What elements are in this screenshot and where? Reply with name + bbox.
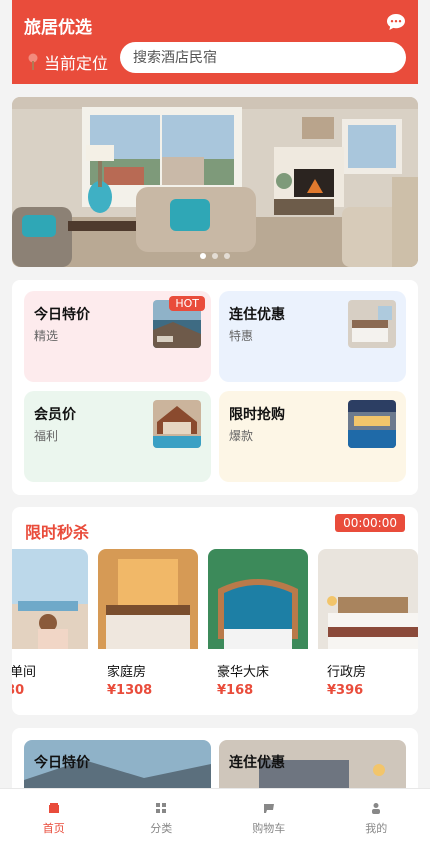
- product-price: 080: [12, 683, 88, 698]
- promo-subtitle: 精选: [34, 327, 58, 344]
- app-title: 旅居优选: [24, 13, 92, 38]
- product-card[interactable]: 豪华大床 ¥168: [208, 549, 308, 698]
- product-name: 家庭房: [107, 661, 198, 680]
- carousel-dots: [12, 253, 418, 259]
- product-card[interactable]: 家庭房 ¥1308: [98, 549, 198, 698]
- tab-cart[interactable]: 购物车: [215, 789, 323, 845]
- location-label: 当前定位: [44, 50, 108, 74]
- countdown-timer: 00:00:00: [335, 514, 405, 532]
- search-box[interactable]: [120, 42, 406, 73]
- product-image: [98, 549, 198, 649]
- tab-profile[interactable]: 我的: [323, 789, 430, 845]
- product-price: ¥1308: [107, 683, 198, 698]
- search-input[interactable]: [120, 42, 393, 73]
- promo-thumbnail: [153, 400, 201, 448]
- banner-carousel[interactable]: [12, 97, 418, 267]
- bottom-tab-bar: 首页 分类 购物车 我的: [0, 788, 430, 845]
- promo-section: 今日特价 精选 HOT 连住优惠 特惠 会员价 福利 限时抢购 爆款: [12, 280, 418, 495]
- flash-sale-section: 限时秒杀 00:00:00 务单间 080 家庭房 ¥1308 豪华大床 ¥16…: [12, 507, 418, 715]
- recommend-title: 今日特价: [34, 752, 90, 772]
- top-header: 旅居优选 当前定位: [12, 0, 418, 84]
- product-card[interactable]: 行政房 ¥396: [318, 549, 418, 698]
- tab-category[interactable]: 分类: [108, 789, 216, 845]
- promo-thumbnail: [348, 300, 396, 348]
- location-selector[interactable]: 当前定位: [26, 50, 108, 74]
- carousel-dot[interactable]: [200, 253, 206, 259]
- product-name: 豪华大床: [217, 661, 308, 680]
- tab-home[interactable]: 首页: [0, 789, 108, 845]
- banner-image: [12, 97, 418, 267]
- tab-label: 分类: [150, 820, 172, 836]
- promo-title: 会员价: [34, 404, 76, 424]
- category-icon: [155, 802, 167, 814]
- flash-sale-title: 限时秒杀: [25, 519, 89, 543]
- promo-card-flash-sale[interactable]: 限时抢购 爆款: [219, 391, 406, 482]
- hot-badge: HOT: [169, 296, 205, 311]
- product-price: ¥168: [217, 683, 308, 698]
- product-name: 行政房: [327, 661, 418, 680]
- product-name: 务单间: [12, 661, 88, 680]
- home-icon: [48, 802, 60, 814]
- promo-title: 连住优惠: [229, 304, 285, 324]
- tab-label: 首页: [43, 820, 65, 836]
- product-price: ¥396: [327, 683, 418, 698]
- product-image: [318, 549, 418, 649]
- promo-card-long-stay[interactable]: 连住优惠 特惠: [219, 291, 406, 382]
- promo-title: 限时抢购: [229, 404, 285, 424]
- product-image: [12, 549, 88, 649]
- promo-title: 今日特价: [34, 304, 90, 324]
- tab-label: 购物车: [252, 820, 285, 836]
- location-pin-icon: [26, 53, 40, 71]
- carousel-dot[interactable]: [212, 253, 218, 259]
- promo-card-member[interactable]: 会员价 福利: [24, 391, 211, 482]
- tab-label: 我的: [365, 820, 387, 836]
- promo-thumbnail: [348, 400, 396, 448]
- promo-subtitle: 特惠: [229, 327, 253, 344]
- product-image: [208, 549, 308, 649]
- chat-icon[interactable]: [386, 13, 406, 31]
- promo-subtitle: 福利: [34, 427, 58, 444]
- promo-card-today[interactable]: 今日特价 精选 HOT: [24, 291, 211, 382]
- promo-subtitle: 爆款: [229, 427, 253, 444]
- carousel-dot[interactable]: [224, 253, 230, 259]
- user-icon: [370, 802, 382, 814]
- product-card[interactable]: 务单间 080: [12, 549, 88, 698]
- recommend-title: 连住优惠: [229, 752, 285, 772]
- cart-icon: [263, 802, 275, 814]
